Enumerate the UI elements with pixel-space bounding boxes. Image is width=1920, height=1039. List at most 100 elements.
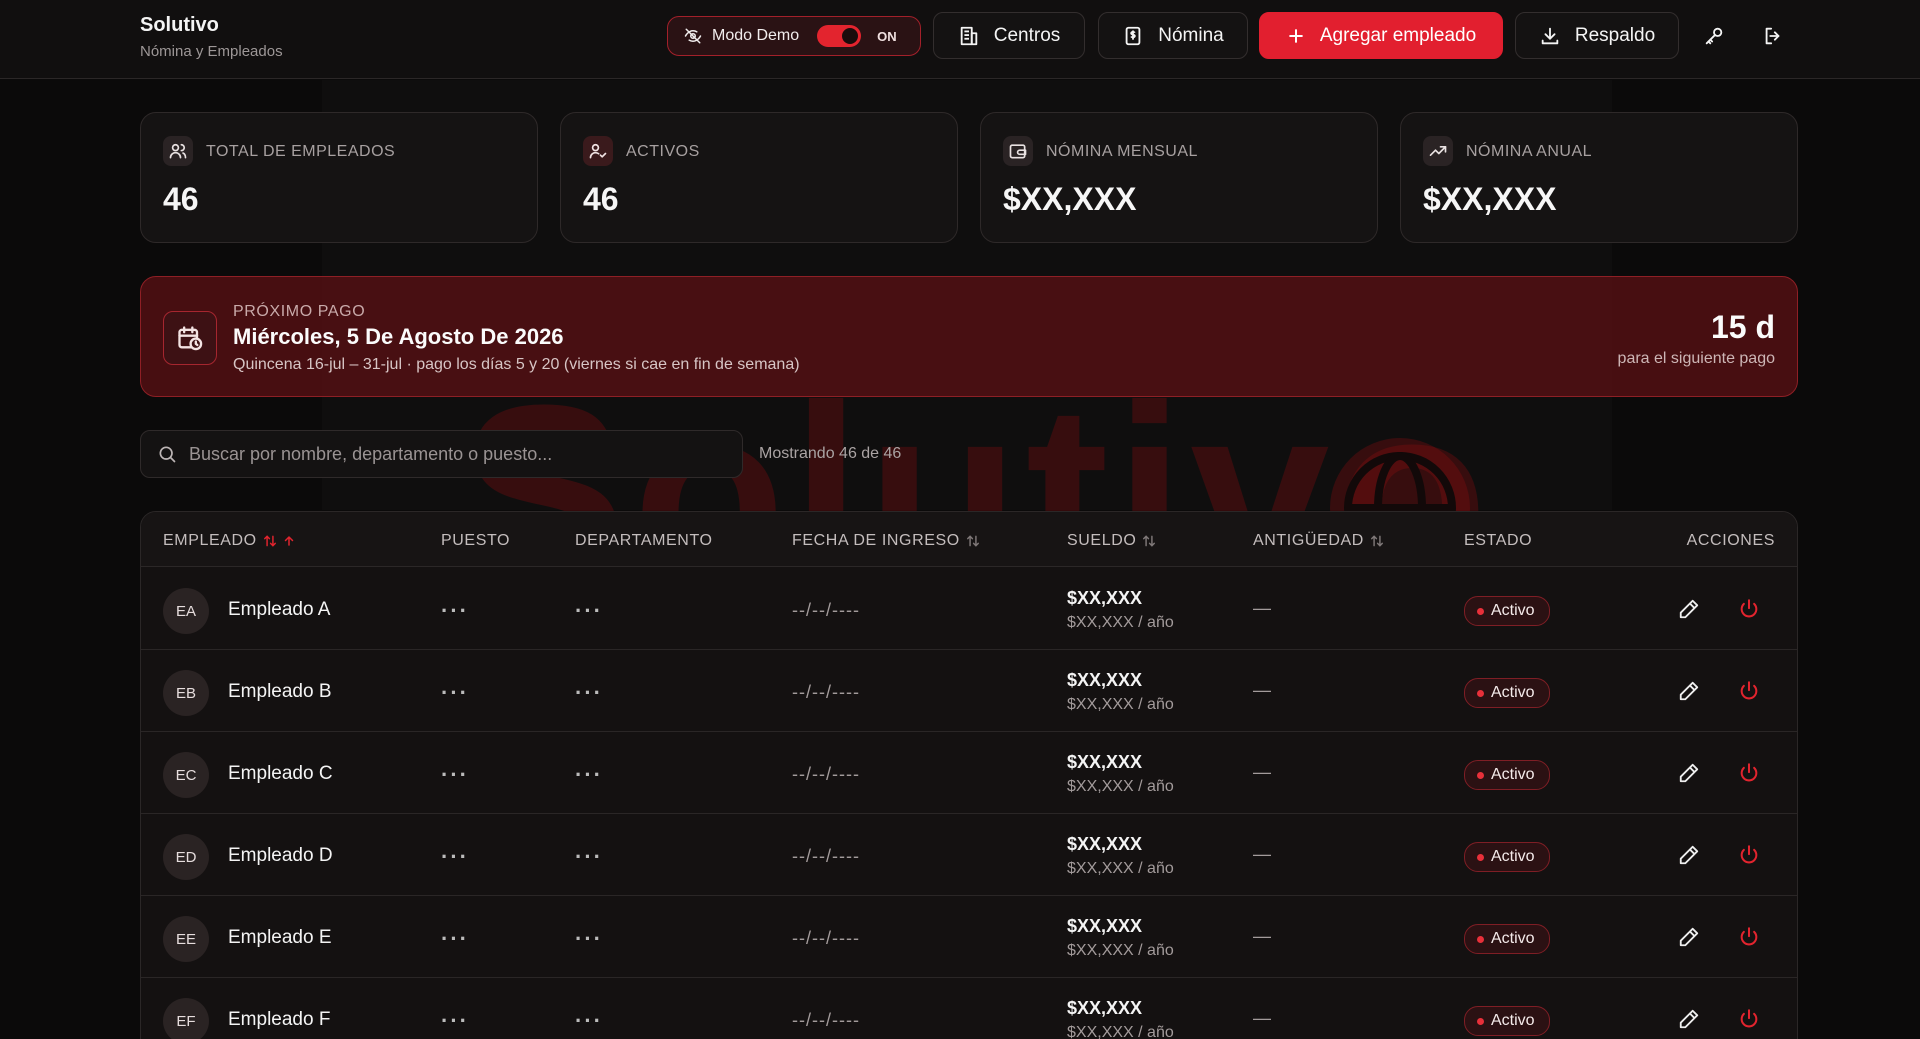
search-input[interactable] xyxy=(189,443,742,465)
days-remaining: 15 d xyxy=(1710,309,1775,345)
status-label: Activo xyxy=(1491,684,1535,701)
key-button[interactable] xyxy=(1696,18,1732,54)
status-dot xyxy=(1477,853,1484,861)
employee-name: Empleado E xyxy=(228,927,332,948)
department-value: ··· xyxy=(575,762,603,787)
next-payment-kicker: PRÓXIMO PAGO xyxy=(233,303,366,320)
status-dot xyxy=(1477,935,1484,943)
add-employee-button[interactable]: Agregar empleado xyxy=(1259,12,1503,59)
power-icon xyxy=(1740,763,1758,782)
employee-name: Empleado F xyxy=(228,1009,331,1030)
status-badge: Activo xyxy=(1464,924,1550,954)
sort-icon xyxy=(966,535,979,547)
logout-button[interactable] xyxy=(1755,18,1791,54)
header-employee[interactable]: EMPLEADO xyxy=(163,532,295,550)
position-value: ··· xyxy=(441,598,469,623)
trending-up-icon xyxy=(1423,136,1453,166)
header-label: PUESTO xyxy=(441,532,511,549)
deactivate-button[interactable] xyxy=(1735,759,1763,787)
seniority-value: — xyxy=(1253,762,1271,782)
department-value: ··· xyxy=(575,598,603,623)
payroll-button[interactable]: Nómina xyxy=(1098,12,1248,59)
stat-label: NÓMINA ANUAL xyxy=(1466,143,1593,160)
seniority-value: — xyxy=(1253,680,1271,700)
add-employee-label: Agregar empleado xyxy=(1319,24,1477,46)
edit-button[interactable] xyxy=(1675,677,1703,705)
status-dot xyxy=(1477,689,1484,697)
seniority-value: — xyxy=(1253,926,1271,946)
calendar-clock-icon xyxy=(163,311,217,365)
edit-button[interactable] xyxy=(1675,759,1703,787)
status-label: Activo xyxy=(1491,930,1535,947)
table-row: EF Empleado F ··· ··· --/--/---- $XX,XXX… xyxy=(141,978,1797,1039)
demo-switch[interactable] xyxy=(817,25,862,47)
table-row: EE Empleado E ··· ··· --/--/---- $XX,XXX… xyxy=(141,896,1797,978)
demo-mode-label: Modo Demo xyxy=(712,27,800,44)
seniority-value: — xyxy=(1253,598,1271,618)
key-icon xyxy=(1705,27,1723,45)
status-badge: Activo xyxy=(1464,842,1550,872)
salary-value: $XX,XXX xyxy=(1067,752,1143,772)
search-box[interactable] xyxy=(140,430,743,478)
edit-button[interactable] xyxy=(1675,1005,1703,1033)
salary-value: $XX,XXX xyxy=(1067,588,1143,608)
header-position: PUESTO xyxy=(441,532,510,550)
employee-name: Empleado B xyxy=(228,681,332,702)
department-value: ··· xyxy=(575,844,603,869)
power-icon xyxy=(1740,681,1758,700)
table-row: ED Empleado D ··· ··· --/--/---- $XX,XXX… xyxy=(141,814,1797,896)
deactivate-button[interactable] xyxy=(1735,923,1763,951)
salary-value: $XX,XXX xyxy=(1067,916,1143,936)
centers-button[interactable]: Centros xyxy=(933,12,1085,59)
header-actions: ACCIONES xyxy=(1687,532,1775,550)
salary-value: $XX,XXX xyxy=(1067,998,1143,1018)
status-dot xyxy=(1477,1017,1484,1025)
position-value: ··· xyxy=(441,762,469,787)
stat-card-active: ACTIVOS 46 xyxy=(560,112,958,243)
sort-icon xyxy=(1143,535,1156,547)
edit-button[interactable] xyxy=(1675,841,1703,869)
edit-button[interactable] xyxy=(1675,923,1703,951)
status-label: Activo xyxy=(1491,1012,1535,1029)
payroll-label: Nómina xyxy=(1158,24,1224,46)
position-value: ··· xyxy=(441,926,469,951)
centers-label: Centros xyxy=(993,24,1061,46)
deactivate-button[interactable] xyxy=(1735,595,1763,623)
start-date-value: --/--/---- xyxy=(792,1010,860,1030)
avatar: EB xyxy=(163,670,209,716)
deactivate-button[interactable] xyxy=(1735,677,1763,705)
deactivate-button[interactable] xyxy=(1735,841,1763,869)
pencil-icon xyxy=(1679,763,1699,783)
header-label: FECHA DE INGRESO xyxy=(792,532,960,549)
demo-state-label: ON xyxy=(877,28,897,44)
deactivate-button[interactable] xyxy=(1735,1005,1763,1033)
header-start-date[interactable]: FECHA DE INGRESO xyxy=(792,532,980,550)
employees-table: EMPLEADO PUESTO DEPARTAMENTO FECHA DE IN… xyxy=(140,511,1798,1039)
department-value: ··· xyxy=(575,1008,603,1033)
salary-annual: $XX,XXX / año xyxy=(1067,1024,1174,1039)
status-label: Activo xyxy=(1491,766,1535,783)
header-label: ESTADO xyxy=(1464,532,1533,549)
results-count: Mostrando 46 de 46 xyxy=(759,445,902,462)
stat-value: 46 xyxy=(163,181,199,217)
edit-button[interactable] xyxy=(1675,595,1703,623)
demo-mode-toggle[interactable]: Modo Demo ON xyxy=(667,16,921,56)
brand-subtitle: Nómina y Empleados xyxy=(140,43,283,60)
next-payment-banner: PRÓXIMO PAGO Miércoles, 5 De Agosto De 2… xyxy=(140,276,1798,397)
avatar: EF xyxy=(163,998,209,1039)
status-badge: Activo xyxy=(1464,760,1550,790)
avatar: EA xyxy=(163,588,209,634)
status-badge: Activo xyxy=(1464,596,1550,626)
power-icon xyxy=(1740,599,1758,618)
salary-annual: $XX,XXX / año xyxy=(1067,696,1174,713)
header-department: DEPARTAMENTO xyxy=(575,532,713,550)
header-seniority[interactable]: ANTIGÜEDAD xyxy=(1253,532,1384,550)
header-salary[interactable]: SUELDO xyxy=(1067,532,1156,550)
header-label: ANTIGÜEDAD xyxy=(1253,532,1364,549)
arrow-up-icon xyxy=(284,535,293,546)
header-label: EMPLEADO xyxy=(163,532,257,549)
backup-button[interactable]: Respaldo xyxy=(1515,12,1679,59)
employee-name: Empleado D xyxy=(228,845,333,866)
pencil-icon xyxy=(1679,845,1699,865)
status-badge: Activo xyxy=(1464,678,1550,708)
